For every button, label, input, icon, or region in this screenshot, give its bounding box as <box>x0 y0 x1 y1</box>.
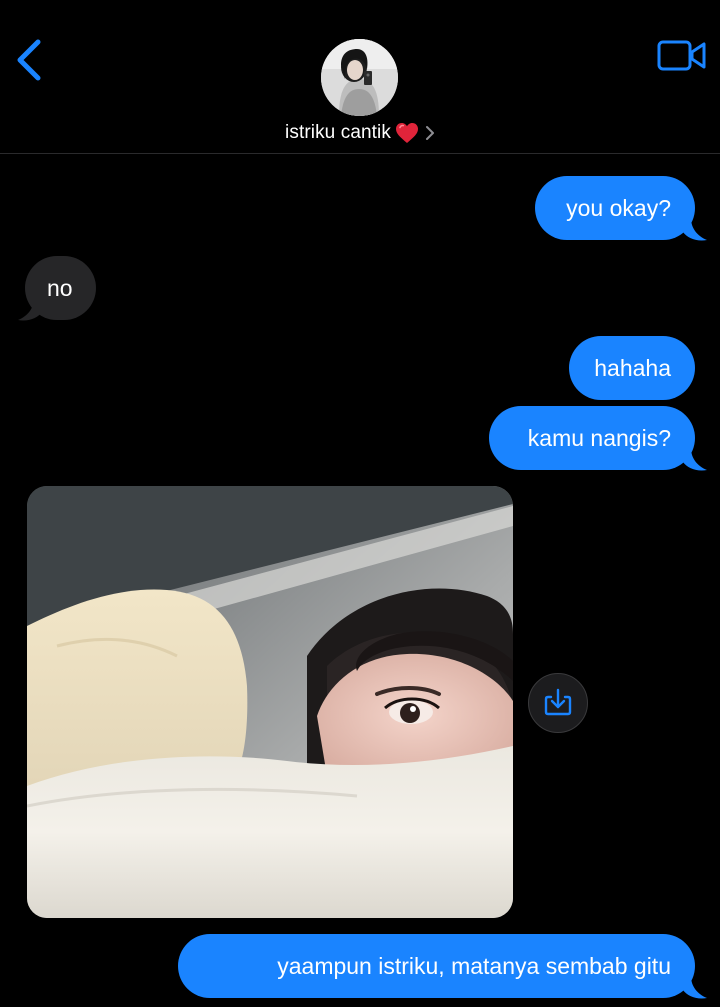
red-heart-icon <box>395 122 419 144</box>
back-button[interactable] <box>8 34 52 86</box>
download-icon <box>544 688 572 716</box>
video-call-button[interactable] <box>656 36 708 76</box>
chevron-left-icon <box>17 39 41 81</box>
save-photo-button[interactable] <box>528 673 588 733</box>
contact-avatar[interactable] <box>321 39 398 116</box>
outgoing-message[interactable]: yaampun istriku, matanya sembab gitu <box>178 934 695 998</box>
incoming-message[interactable]: no <box>25 256 96 320</box>
outgoing-message[interactable]: hahaha <box>569 336 695 400</box>
contact-name-row[interactable]: istriku cantik <box>0 118 720 148</box>
outgoing-message[interactable]: kamu nangis? <box>489 406 695 470</box>
chevron-right-icon <box>425 124 435 142</box>
video-camera-icon <box>657 40 706 71</box>
contact-name: istriku cantik <box>285 122 391 143</box>
conversation-header: istriku cantik <box>0 0 720 154</box>
outgoing-message[interactable]: you okay? <box>535 176 695 240</box>
photo-attachment[interactable] <box>27 486 513 918</box>
